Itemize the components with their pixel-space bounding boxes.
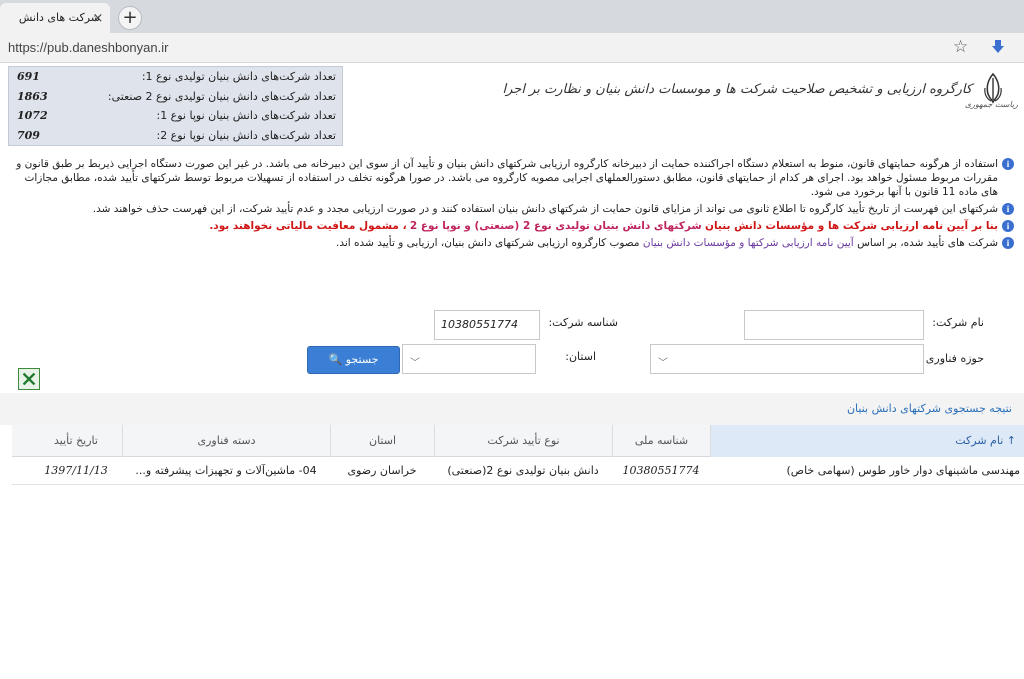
notice-item: i استفاده از هرگونه حمایتهای قانون، منوط… (6, 157, 1014, 199)
column-header-province[interactable]: استان (330, 425, 434, 457)
column-header-approval-date[interactable]: تاریخ تأیید (30, 425, 122, 457)
results-title: نتیجه جستجوی شرکتهای دانش بنیان (0, 393, 1024, 425)
cell-company-name: مهندسی ماشینهای دوار خاور طوس (سهامی خاص… (786, 464, 1020, 477)
tech-field-label: حوزه فناوری (925, 352, 984, 365)
info-icon: i (1002, 203, 1014, 215)
tax-exempt-link[interactable]: شرکتهای دانش بنیان تولیدی نوع 2 (صنعتی) … (410, 220, 702, 232)
province-label: استان: (565, 350, 596, 363)
stat-value: 1072 (17, 109, 48, 122)
stat-label: تعداد شرکت‌های دانش بنیان تولیدی نوع 1: (141, 70, 336, 83)
search-form: نام شرکت: شناسه شرکت: 10380551774 حوزه ف… (0, 300, 1024, 390)
chevron-down-icon: ﹀ (410, 358, 420, 369)
info-icon: i (1002, 158, 1014, 170)
company-name-input[interactable] (744, 310, 924, 340)
excel-icon[interactable] (18, 368, 40, 390)
column-header-company-name[interactable]: ↑ نام شرکت (710, 425, 1024, 457)
info-icon: i (1002, 237, 1014, 249)
stat-label: تعداد شرکت‌های دانش بنیان تولیدی نوع 2 ص… (107, 89, 336, 103)
browser-tab-bar: شرکت های دانش بنیان × + (0, 0, 1024, 54)
company-stats-box: تعداد شرکت‌های دانش بنیان تولیدی نوع 1: … (8, 66, 343, 146)
stat-label: تعداد شرکت‌های دانش بنیان نوپا نوع 1: (156, 109, 336, 122)
table-header-row: ↑ نام شرکت شناسه ملی نوع تأیید شرکت استا… (12, 425, 1024, 457)
notice-text: مصوب کارگروه ارزیابی شرکتهای دانش بنیان،… (336, 237, 640, 249)
province-select[interactable]: ﹀ (402, 344, 536, 374)
stat-value: 1863 (17, 89, 48, 103)
notice-list: i استفاده از هرگونه حمایتهای قانون، منوط… (6, 157, 1014, 253)
regulation-link[interactable]: آیین نامه ارزیابی شرکتها و مؤسسات دانش ب… (643, 237, 854, 249)
new-tab-button[interactable]: + (118, 6, 142, 30)
company-name-label: نام شرکت: (932, 316, 984, 329)
address-bar[interactable]: https://pub.daneshbonyan.ir ☆ ⋮ (0, 33, 1024, 63)
sort-arrow-icon: ↑ (1006, 434, 1016, 447)
browser-tab[interactable]: شرکت های دانش بنیان × (0, 3, 110, 54)
company-id-input[interactable]: 10380551774 (434, 310, 540, 340)
stat-row: تعداد شرکت‌های دانش بنیان تولیدی نوع 2 ص… (9, 87, 342, 107)
cell-approval-type: دانش بنیان تولیدی نوع 2(صنعتی) (447, 464, 599, 477)
cell-province: خراسان رضوی (347, 464, 417, 477)
notice-text: بنا بر آیین نامه ارزیابی شرکت ها و مؤسسا… (705, 220, 998, 232)
info-icon: i (1002, 220, 1014, 232)
org-title: کارگروه ارزیابی و تشخیص صلاحیت شرکت ها و… (502, 82, 973, 97)
column-header-national-id[interactable]: شناسه ملی (612, 425, 710, 457)
cell-approval-date: 1397/11/13 (44, 464, 108, 477)
tech-field-select[interactable]: ﹀ (650, 344, 924, 374)
stat-value: 691 (17, 70, 40, 83)
close-tab-icon[interactable]: × (92, 12, 104, 25)
column-header-approval-type[interactable]: نوع تأیید شرکت (434, 425, 612, 457)
notice-text: ، مشمول معافیت مالیاتی نخواهند بود. (209, 220, 407, 232)
table-row[interactable]: مهندسی ماشینهای دوار خاور طوس (سهامی خاص… (12, 457, 1024, 485)
url-text[interactable]: https://pub.daneshbonyan.ir (8, 40, 168, 55)
stat-label: تعداد شرکت‌های دانش بنیان نوپا نوع 2: (156, 128, 336, 142)
bookmark-star-icon[interactable]: ☆ (953, 37, 968, 57)
notice-item: i شرکتهای این فهرست از تاریخ تأیید کارگر… (6, 202, 1014, 216)
search-button-label: جستجو (345, 353, 379, 366)
column-header-label: نام شرکت (955, 434, 1004, 447)
cell-national-id: 10380551774 (622, 464, 700, 477)
company-id-label: شناسه شرکت: (548, 316, 618, 329)
magnifier-icon: 🔍 (328, 353, 343, 366)
notice-item: i بنا بر آیین نامه ارزیابی شرکت ها و مؤس… (6, 219, 1014, 233)
stat-row: تعداد شرکت‌های دانش بنیان نوپا نوع 1: 10… (9, 106, 342, 126)
stat-row: تعداد شرکت‌های دانش بنیان نوپا نوع 2: 70… (9, 126, 342, 146)
chevron-down-icon: ﹀ (658, 358, 668, 369)
stat-row: تعداد شرکت‌های دانش بنیان تولیدی نوع 1: … (9, 67, 342, 87)
cell-tech-category: 04- ماشین‌آلات و تجهیزات پیشرفته و... (135, 464, 317, 477)
site-header-logo: کارگروه ارزیابی و تشخیص صلاحیت شرکت ها و… (503, 66, 1020, 116)
notice-text: شرکت های تأیید شده، بر اساس (857, 237, 998, 249)
results-table: ↑ نام شرکت شناسه ملی نوع تأیید شرکت استا… (12, 425, 1024, 485)
menu-icon[interactable]: ⋮ (1017, 38, 1024, 57)
search-button[interactable]: جستجو 🔍 (307, 346, 400, 374)
column-header-tech-category[interactable]: دسته فناوری (122, 425, 330, 457)
emblem-caption: ریاست جمهوری (964, 100, 1018, 109)
download-arrow-icon[interactable] (990, 39, 1006, 55)
stat-value: 709 (17, 128, 40, 142)
notice-text: استفاده از هرگونه حمایتهای قانون، منوط ب… (16, 158, 998, 198)
notice-text: شرکتهای این فهرست از تاریخ تأیید کارگروه… (92, 203, 998, 215)
notice-item: i شرکت های تأیید شده، بر اساس آیین نامه … (6, 236, 1014, 250)
